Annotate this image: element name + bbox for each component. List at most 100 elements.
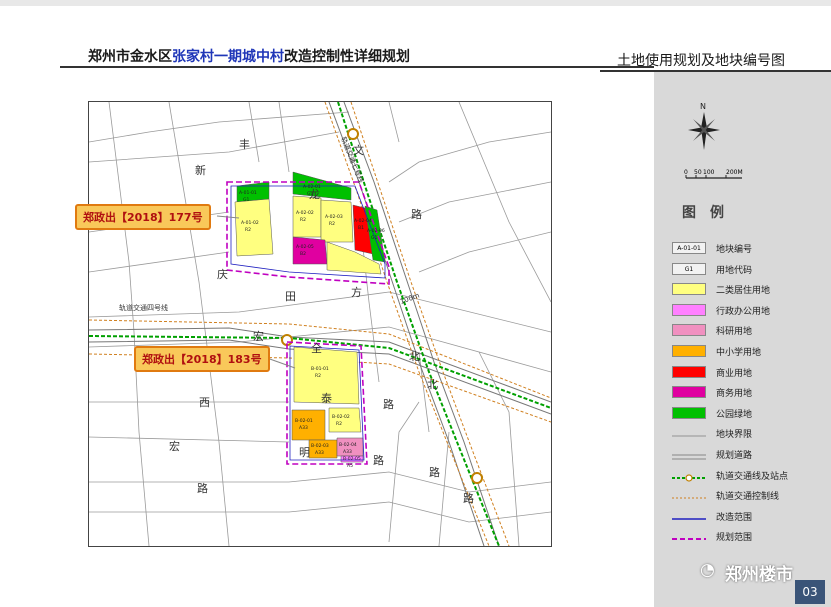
plot-use: R2 [315,373,321,379]
page-number: 03 [795,580,825,604]
legend-swatch [672,386,706,399]
legend-swatch [672,283,706,296]
plot-use: R2 [300,217,306,223]
plot-code: B-02-04 [339,442,357,448]
legend-label: 规划范围 [716,533,753,544]
plot-use: R2 [336,421,342,427]
plot-use: B1 [358,225,364,231]
plot-use: A33 [299,425,308,431]
legend-item: 商务用地 [672,386,822,400]
legend-item: 商业用地 [672,365,822,380]
parcel-b-02-01 [291,409,326,441]
scale-0: 0 [684,169,688,176]
page-title: 郑州市金水区张家村一期城中村改造控制性详细规划 [88,46,410,66]
callout-pointer [266,357,296,369]
street-name-char: 路 [373,454,384,467]
land-use-map: A-01-01 G1 A-01-02 R2 A-02-01 G1 A-02-02 R2 A-02… [88,101,552,547]
legend-item: 地块界限 [672,427,822,441]
scale-200: 200M [726,169,743,176]
street-name-char: 全 [311,341,322,355]
street-name-char: 新 [195,163,206,177]
scale-100: 100 [703,169,715,176]
legend-label: 地块编号 [716,245,753,255]
legend-item: 科研用地 [672,324,822,338]
legend-item: 公园绿地 [672,406,822,421]
street-name-char: 方 [351,285,362,299]
street-name-char: 北 [409,350,420,363]
plot-code: A-01-02 [241,220,259,226]
road-width-label: 100m [399,291,421,305]
map-canvas: A-01-01G1A-01-02R2A-02-01G1A-02-02R2A-02… [89,102,551,546]
legend-swatch: G1 [672,262,706,275]
legend-swatch [672,303,706,316]
plot-code: A-01-01 [239,190,257,196]
plot-code: B-01-01 [311,366,329,372]
plot-code: B-02-02 [332,414,350,420]
street-name-char: 路 [197,482,208,495]
legend-swatch [672,510,706,522]
plot-use: R2 [329,221,335,227]
plot-code: A-02-03 [325,214,343,220]
rail-station [471,472,483,484]
legend-label: 二类居住用地 [716,286,771,297]
legend-label: 规划道路 [716,451,753,461]
legend-swatch [672,530,706,542]
callout-177: 郑政出【2018】177号 [75,204,211,230]
street-name-char: 宏 [169,439,180,453]
legend-label: 公园绿地 [716,409,753,420]
legend-label: 商业用地 [716,368,753,379]
legend-label: 用地代码 [716,265,753,276]
plot-use: A33 [315,450,324,456]
legend-item: 规划范围 [672,530,822,544]
street-name-char: 路 [383,398,394,411]
legend-item: 改造范围 [672,510,822,524]
legend-label: 行政办公用地 [716,306,771,317]
plot-code: A-02-06 [367,228,385,234]
north-arrow: N [684,100,724,156]
street-name-char: 路 [463,492,474,505]
legend-item: 二类居住用地 [672,283,822,297]
title-rule [60,66,654,68]
street-name-char: 北 [427,378,438,391]
legend-item: 中小学用地 [672,345,822,359]
wechat-icon: ◔ [700,560,715,580]
legend-label: 中小学用地 [716,348,762,358]
street-name-char: 明 [299,446,310,459]
legend-item: G1 用地代码 [672,262,822,277]
parcel-a-01-02 [234,198,274,257]
plot-use: G1 [371,235,377,241]
plot-code: A-02-05 [296,244,314,250]
street-name-char: 丰 [239,138,250,151]
plot-use: R2 [245,227,251,233]
legend-label: 轨道交通控制线 [716,492,780,503]
street-name-char: 路 [429,466,440,479]
scale-50: 50 [694,169,702,176]
scale-bar: 0 50 100 200M [684,166,754,186]
legend-swatch [672,345,706,357]
plot-code: A-02-02 [296,210,314,216]
street-name-char: 路 [411,208,422,221]
street-name-char: 庆 [217,267,228,281]
parcel-a-02-05 [292,236,328,265]
legend-item: A-01-01 地块编号 [672,242,822,256]
legend-item: 轨道交通线及站点 [672,469,822,483]
legend-label: 改造范围 [716,512,753,523]
legend-item: 轨道交通控制线 [672,489,822,503]
legend-label: 商务用地 [716,389,753,400]
legend-swatch [672,427,706,439]
plot-use: A5 [347,463,353,469]
title-prefix: 郑州市金水区 [88,49,172,65]
street-name-char: 西 [199,396,210,409]
legend-swatch: A-01-01 [672,242,706,254]
street-name-char: 泰 [321,391,332,405]
street-name-char: 田 [285,290,296,303]
north-label: N [700,102,706,111]
plot-use: A33 [343,449,352,455]
legend-swatch [672,489,706,501]
title-suffix: 改造控制性详细规划 [284,49,410,65]
plot-use: G1 [243,197,249,203]
legend-label: 科研用地 [716,327,753,338]
legend-swatch [672,365,706,378]
legend-item: 规划道路 [672,448,822,462]
legend-label: 地块界限 [716,430,753,441]
